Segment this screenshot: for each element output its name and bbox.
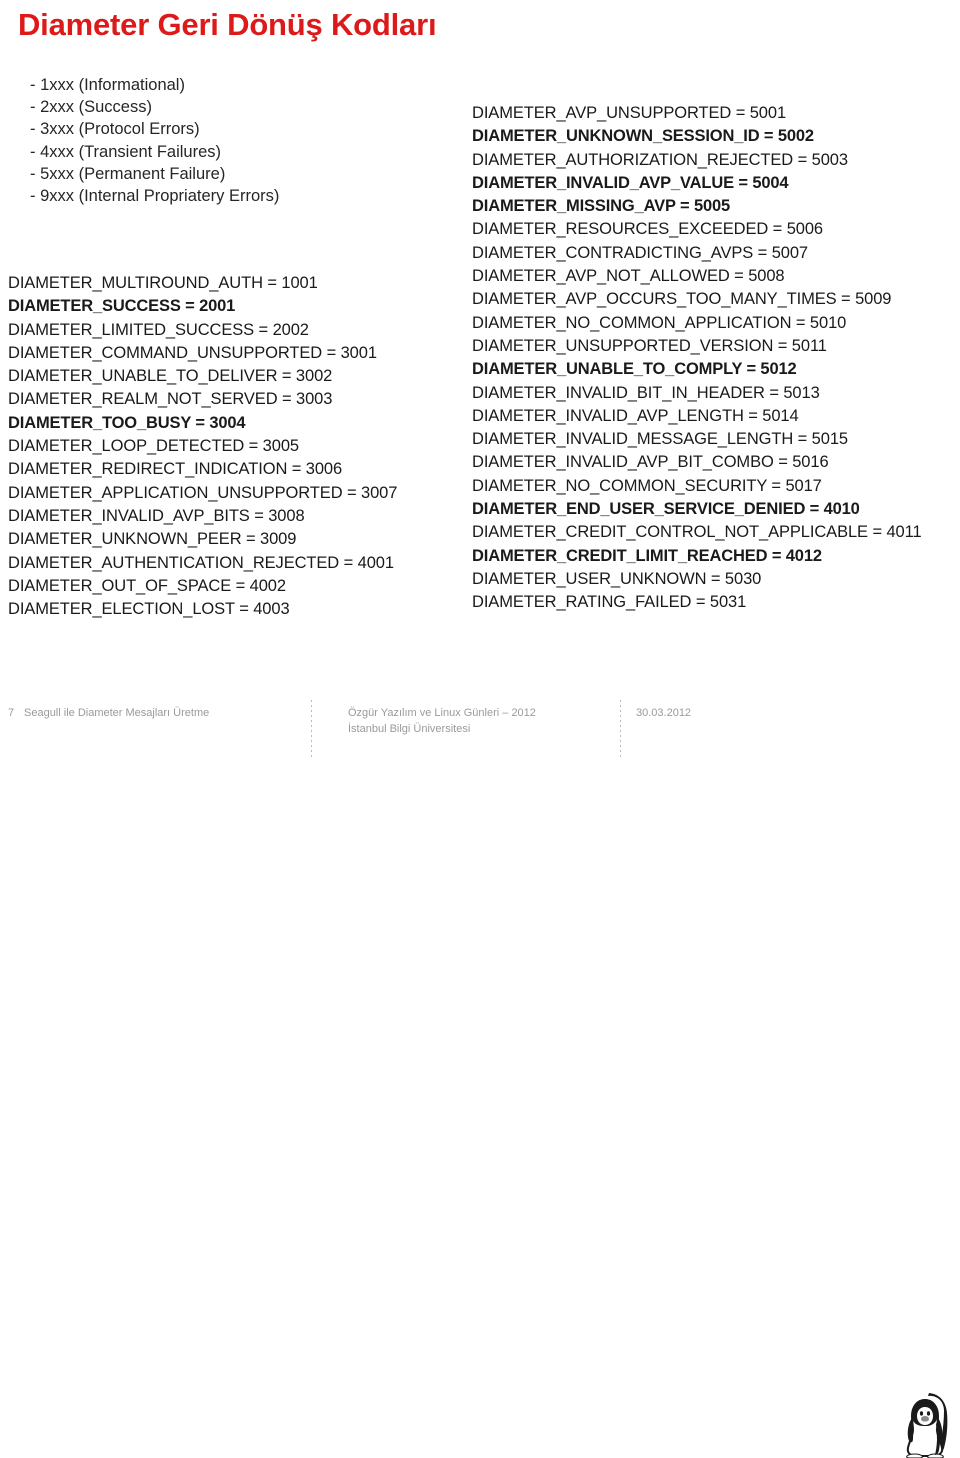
footer: 7 Seagull ile Diameter Mesajları Üretme …	[0, 698, 960, 1458]
code-item: DIAMETER_INVALID_AVP_LENGTH = 5014	[472, 406, 799, 425]
code-item: DIAMETER_INVALID_AVP_VALUE = 5004	[472, 173, 789, 192]
code-item: DIAMETER_CONTRADICTING_AVPS = 5007	[472, 243, 809, 262]
code-item: DIAMETER_AVP_UNSUPPORTED = 5001	[472, 104, 787, 122]
footer-divider	[311, 700, 312, 758]
code-item: DIAMETER_NO_COMMON_SECURITY = 5017	[472, 476, 822, 495]
code-item: DIAMETER_ELECTION_LOST = 4003	[8, 600, 290, 619]
code-item: DIAMETER_USER_UNKNOWN = 5030	[472, 569, 762, 588]
footer-event-line2: İstanbul Bilgi Üniversitesi	[348, 722, 471, 735]
code-item: DIAMETER_UNABLE_TO_COMPLY = 5012	[472, 360, 797, 379]
code-item: DIAMETER_SUCCESS = 2001	[8, 297, 236, 316]
footer-divider	[620, 700, 621, 758]
code-item: DIAMETER_TOO_BUSY = 3004	[8, 413, 246, 432]
code-range-item: - 1xxx (Informational)	[30, 76, 185, 94]
left-code-list: DIAMETER_MULTIROUND_AUTH = 1001 DIAMETER_…	[8, 272, 458, 621]
code-item: DIAMETER_RATING_FAILED = 5031	[472, 593, 747, 612]
code-item: DIAMETER_AVP_NOT_ALLOWED = 5008	[472, 267, 785, 286]
code-item: DIAMETER_INVALID_AVP_BITS = 3008	[8, 506, 305, 525]
slide: Diameter Geri Dönüş Kodları - 1xxx (Info…	[0, 0, 960, 1458]
code-item: DIAMETER_UNKNOWN_PEER = 3009	[8, 530, 297, 549]
code-item: DIAMETER_MISSING_AVP = 5005	[472, 197, 731, 216]
code-item: DIAMETER_UNABLE_TO_DELIVER = 3002	[8, 367, 333, 386]
code-item: DIAMETER_NO_COMMON_APPLICATION = 5010	[472, 313, 847, 332]
code-item: DIAMETER_OUT_OF_SPACE = 4002	[8, 576, 286, 595]
code-range-item: - 4xxx (Transient Failures)	[30, 142, 222, 161]
code-range-item: - 2xxx (Success)	[30, 98, 152, 117]
code-item: DIAMETER_AUTHENTICATION_REJECTED = 4001	[8, 553, 394, 572]
code-range-item: - 5xxx (Permanent Failure)	[30, 164, 226, 183]
footer-date: 30.03.2012	[636, 707, 692, 719]
code-item: DIAMETER_APPLICATION_UNSUPPORTED = 3007	[8, 483, 398, 502]
code-item: DIAMETER_INVALID_BIT_IN_HEADER = 5013	[472, 383, 820, 402]
penguin-logo-icon	[906, 1393, 948, 1458]
footer-presentation-title: Seagull ile Diameter Mesajları Üretme	[24, 707, 210, 719]
code-item: DIAMETER_UNSUPPORTED_VERSION = 5011	[472, 336, 827, 355]
right-code-list: DIAMETER_AVP_UNSUPPORTED = 5001 DIAMETER_…	[472, 102, 952, 615]
code-item: DIAMETER_LIMITED_SUCCESS = 2002	[8, 320, 309, 339]
code-item: DIAMETER_REDIRECT_INDICATION = 3006	[8, 460, 343, 479]
footer-event: Özgür Yazılım ve Linux Günleri – 2012 İs…	[348, 706, 536, 737]
code-item: DIAMETER_AVP_OCCURS_TOO_MANY_TIMES = 500…	[472, 290, 892, 309]
footer-page-number: 7	[8, 707, 15, 719]
code-item: DIAMETER_CREDIT_LIMIT_REACHED = 4012	[472, 546, 822, 565]
code-item: DIAMETER_INVALID_AVP_BIT_COMBO = 5016	[472, 453, 829, 472]
code-range-item: - 3xxx (Protocol Errors)	[30, 120, 200, 139]
slide-body: - 1xxx (Informational) - 2xxx (Success) - …	[0, 66, 960, 656]
code-item: DIAMETER_UNKNOWN_SESSION_ID = 5002	[472, 127, 814, 146]
code-item: DIAMETER_END_USER_SERVICE_DENIED = 4010	[472, 500, 860, 519]
code-item: DIAMETER_RESOURCES_EXCEEDED = 5006	[472, 220, 824, 239]
code-item: DIAMETER_INVALID_MESSAGE_LENGTH = 5015	[472, 430, 848, 449]
code-item: DIAMETER_LOOP_DETECTED = 3005	[8, 437, 299, 456]
code-item: DIAMETER_MULTIROUND_AUTH = 1001	[8, 274, 318, 292]
footer-event-line1: Özgür Yazılım ve Linux Günleri – 2012	[348, 707, 536, 719]
code-item: DIAMETER_CREDIT_CONTROL_NOT_APPLICABLE =…	[472, 523, 922, 542]
code-range-list: - 1xxx (Informational) - 2xxx (Success) - …	[30, 74, 450, 207]
code-range-item: - 9xxx (Internal Propriatery Errors)	[30, 187, 280, 206]
code-item: DIAMETER_REALM_NOT_SERVED = 3003	[8, 390, 333, 409]
page-title: Diameter Geri Dönüş Kodları	[18, 7, 437, 42]
code-item: DIAMETER_AUTHORIZATION_REJECTED = 5003	[472, 150, 848, 169]
code-item: DIAMETER_COMMAND_UNSUPPORTED = 3001	[8, 343, 377, 362]
